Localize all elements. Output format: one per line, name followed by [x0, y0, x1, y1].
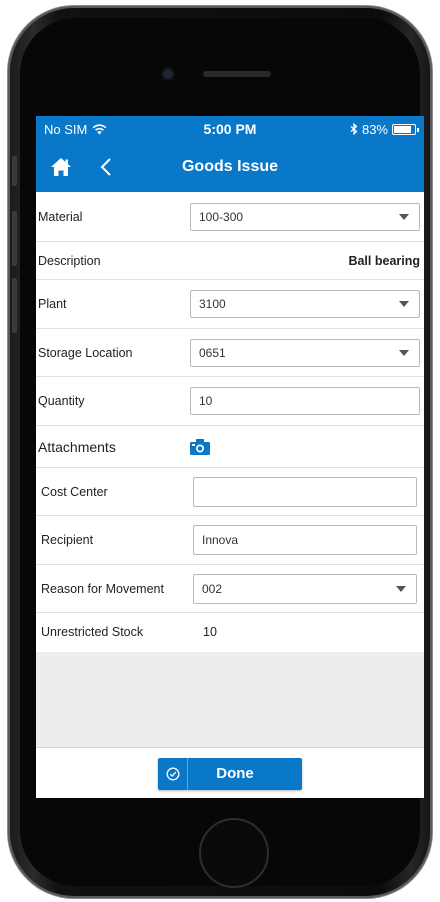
plant-row: Plant 3100: [36, 280, 424, 329]
quantity-input[interactable]: 10: [190, 387, 420, 415]
volume-down-button: [12, 278, 17, 333]
unrestricted-stock-row: Unrestricted Stock 10: [36, 613, 424, 651]
unrestricted-stock-value: 10: [203, 625, 217, 639]
check-circle-icon: [158, 757, 188, 790]
volume-up-button: [12, 211, 17, 266]
cost-center-input[interactable]: [193, 476, 417, 507]
app-screen: No SIM 5:00 PM 83% Goods Issue Material …: [36, 116, 424, 798]
quantity-row: Quantity 10: [36, 377, 424, 426]
reason-row: Reason for Movement 002: [36, 565, 424, 613]
material-select[interactable]: 100-300: [190, 202, 420, 231]
home-button[interactable]: [199, 818, 269, 888]
camera-icon[interactable]: [190, 438, 210, 455]
cost-center-label: Cost Center: [41, 484, 108, 499]
plant-label: Plant: [38, 297, 67, 311]
chevron-down-icon[interactable]: [389, 291, 419, 317]
reason-label: Reason for Movement: [41, 581, 164, 596]
battery-level: [394, 125, 411, 133]
storage-location-value: 0651: [199, 345, 226, 360]
cost-center-row: Cost Center: [36, 468, 424, 516]
chevron-down-icon[interactable]: [389, 340, 419, 366]
done-button[interactable]: Done: [158, 757, 302, 790]
chevron-down-icon[interactable]: [386, 575, 416, 603]
earpiece-speaker: [203, 71, 271, 77]
storage-location-row: Storage Location 0651: [36, 329, 424, 377]
material-row: Material 100-300: [36, 192, 424, 242]
done-label: Done: [216, 765, 254, 782]
description-label: Description: [38, 253, 101, 268]
status-bar: No SIM 5:00 PM 83%: [36, 116, 424, 142]
recipient-input[interactable]: Innova: [193, 525, 417, 555]
storage-location-label: Storage Location: [38, 345, 133, 360]
status-time: 5:00 PM: [203, 121, 257, 137]
reason-select[interactable]: 002: [193, 573, 417, 604]
home-icon[interactable]: [50, 156, 72, 178]
battery-icon: [392, 123, 419, 135]
plant-value: 3100: [199, 297, 226, 311]
mute-switch: [12, 156, 17, 186]
attachments-label: Attachments: [38, 438, 116, 455]
storage-location-select[interactable]: 0651: [190, 338, 420, 367]
front-camera: [163, 69, 173, 79]
recipient-label: Recipient: [41, 533, 94, 547]
chevron-left-icon[interactable]: [98, 156, 114, 178]
page-title: Goods Issue: [181, 158, 279, 175]
material-label: Material: [38, 209, 83, 224]
reason-value: 002: [202, 581, 223, 596]
description-row: Description Ball bearing: [36, 242, 424, 280]
empty-area: [36, 652, 424, 748]
unrestricted-stock-label: Unrestricted Stock: [41, 625, 144, 639]
plant-select[interactable]: 3100: [190, 290, 420, 318]
recipient-row: Recipient Innova: [36, 516, 424, 565]
quantity-label: Quantity: [38, 394, 85, 408]
attachments-row: Attachments: [36, 426, 424, 468]
nav-bar: Goods Issue: [36, 142, 424, 192]
chevron-down-icon[interactable]: [389, 204, 419, 230]
footer-bar: Done: [36, 749, 424, 798]
material-value: 100-300: [199, 209, 244, 224]
description-value: Ball bearing: [348, 253, 420, 268]
